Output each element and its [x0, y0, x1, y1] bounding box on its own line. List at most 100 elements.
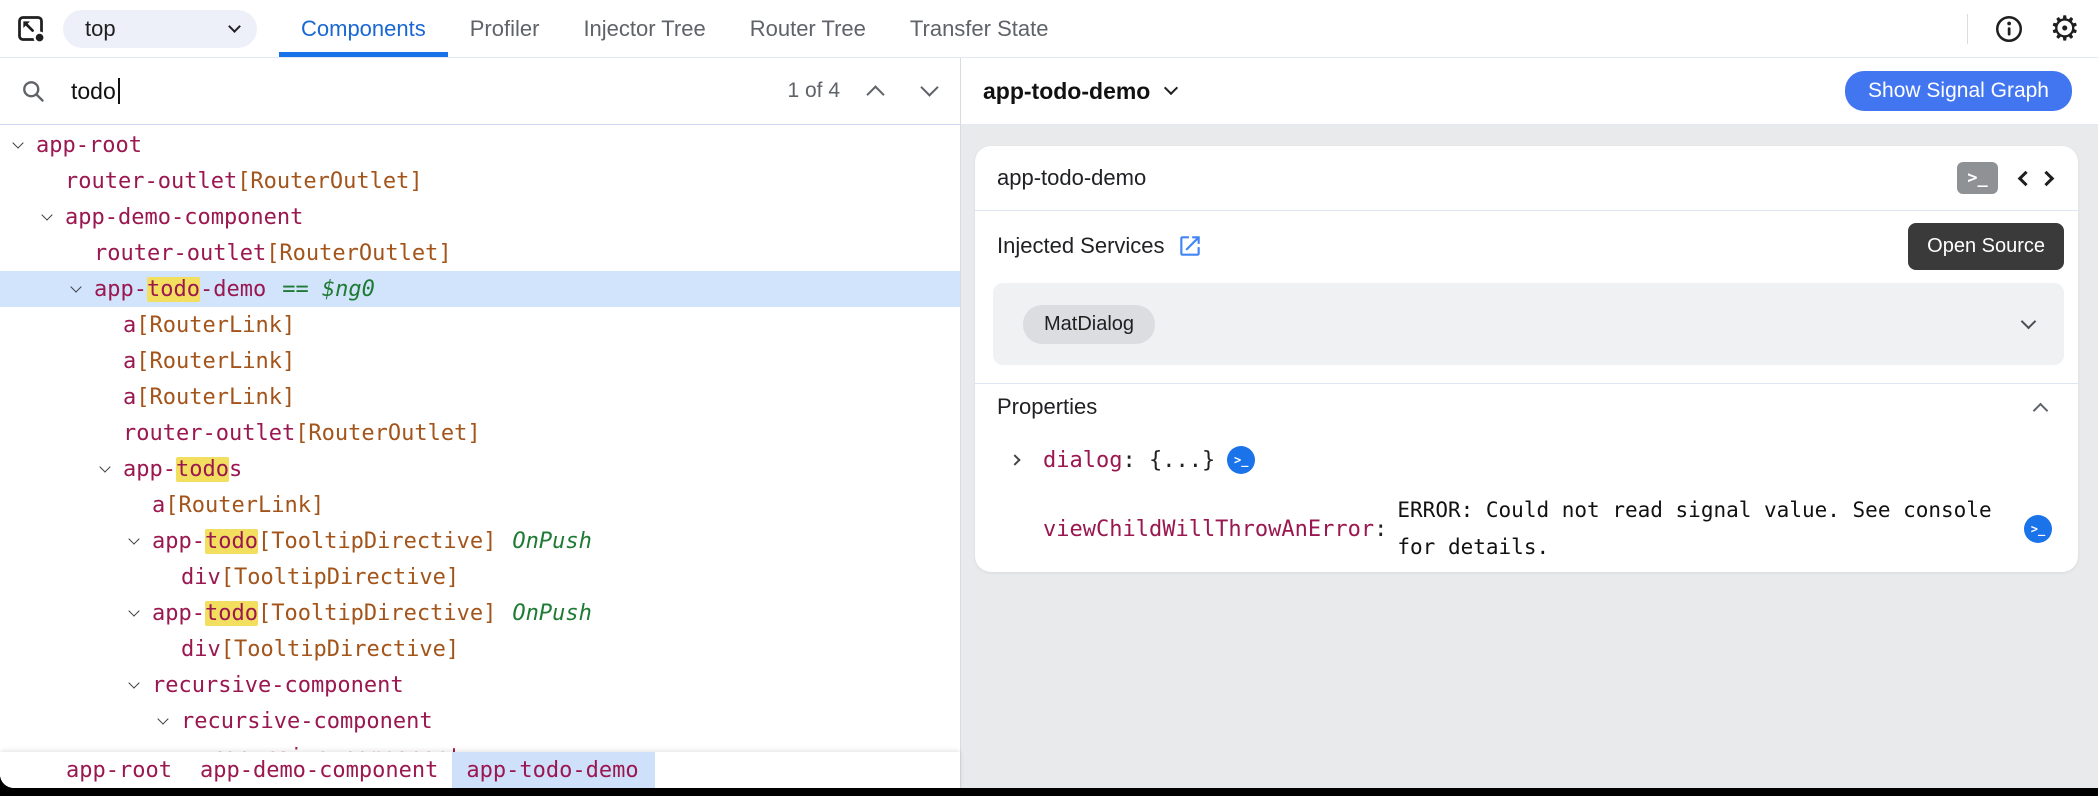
chevron-down-icon — [228, 19, 241, 33]
tab-transfer-state[interactable]: Transfer State — [888, 0, 1071, 57]
tree-row[interactable]: a [RouterLink] — [0, 343, 960, 379]
next-match-button[interactable] — [906, 68, 952, 114]
tree-row[interactable]: app-demo-component — [0, 199, 960, 235]
property-name: viewChildWillThrowAnError — [1043, 516, 1375, 542]
log-to-console-icon[interactable]: >_ — [1227, 446, 1256, 474]
angle-right-icon — [2038, 170, 2055, 186]
tree-row[interactable]: recursive-component — [0, 667, 960, 703]
open-source-button[interactable]: Open Source — [1908, 222, 2064, 270]
chevron-down-icon[interactable] — [2020, 313, 2037, 329]
expand-chevron-icon[interactable] — [128, 533, 152, 545]
tree-row[interactable]: a [RouterLink] — [0, 379, 960, 415]
top-toolbar: top Components Profiler Injector Tree Ro… — [0, 0, 2098, 58]
property-row-dialog: dialog: {...} >_ — [975, 440, 2078, 480]
angle-left-icon — [2017, 170, 2034, 186]
property-punctuation: : — [1122, 447, 1149, 473]
component-details-panel: app-todo-demo Show Signal Graph app-todo… — [961, 58, 2098, 788]
row-badge: OnPush — [512, 600, 592, 626]
property-name: dialog — [1043, 447, 1123, 473]
directive-name: [TooltipDirective] — [220, 636, 460, 662]
tree-row[interactable]: a [RouterLink] — [0, 307, 960, 343]
directive-name: [RouterLink] — [136, 384, 296, 410]
directive-name: [TooltipDirective] — [220, 564, 460, 590]
settings-gear-icon[interactable]: ⚙ — [2050, 12, 2080, 46]
tree-row[interactable]: router-outlet [RouterOutlet] — [0, 415, 960, 451]
search-result-count: 1 of 4 — [787, 79, 840, 102]
component-name: div — [181, 636, 221, 662]
expand-chevron-icon[interactable] — [128, 605, 152, 617]
angular-devtools-window: top Components Profiler Injector Tree Ro… — [0, 0, 2098, 788]
component-name: app-todos — [123, 456, 243, 482]
tree-row[interactable]: app-todo [TooltipDirective] OnPush — [0, 595, 960, 631]
component-name: router-outlet — [123, 420, 296, 446]
property-row-viewchild-error: viewChildWillThrowAnError: ERROR: Could … — [975, 492, 2078, 566]
component-name: app-todo — [152, 600, 258, 626]
tree-row[interactable]: app-todo [TooltipDirective] OnPush — [0, 523, 960, 559]
info-icon[interactable] — [1994, 14, 2024, 44]
component-name: app-root — [36, 132, 142, 158]
expand-chevron-icon[interactable] — [128, 677, 152, 689]
tree-row[interactable]: div [TooltipDirective] — [0, 559, 960, 595]
directive-name: [RouterOutlet] — [266, 240, 452, 266]
tree-row[interactable]: app-root — [0, 127, 960, 163]
tree-row[interactable]: a [RouterLink] — [0, 487, 960, 523]
tree-row[interactable]: router-outlet [RouterOutlet] — [0, 235, 960, 271]
tree-row[interactable]: div [TooltipDirective] — [0, 631, 960, 667]
expand-chevron-icon[interactable] — [12, 137, 36, 149]
tree-row[interactable]: recursive-component — [0, 739, 960, 752]
inspect-in-console-icon[interactable]: >_ — [1957, 162, 1998, 194]
component-name: recursive-component — [210, 745, 462, 753]
breadcrumb-item[interactable]: app-root — [52, 752, 186, 788]
property-error-message: ERROR: Could not read signal value. See … — [1397, 498, 1992, 559]
tab-router-tree[interactable]: Router Tree — [728, 0, 888, 57]
component-name: router-outlet — [94, 240, 267, 266]
expand-chevron-icon[interactable] — [41, 209, 65, 221]
directive-name: [RouterLink] — [165, 492, 325, 518]
view-source-icon[interactable] — [2017, 170, 2055, 186]
content-split: todo 1 of 4 app-root router-outlet [Router… — [0, 58, 2098, 788]
component-name: a — [152, 492, 166, 518]
component-name: router-outlet — [65, 168, 238, 194]
properties-section-header[interactable]: Properties — [975, 384, 2078, 430]
search-input-value: todo — [71, 77, 116, 104]
expand-chevron-icon[interactable] — [99, 461, 123, 473]
component-name: a — [123, 384, 137, 410]
chevron-down-icon — [919, 78, 939, 97]
selected-component-name: app-todo-demo — [983, 77, 1151, 104]
tree-row[interactable]: app-todo-demo == $ng0 — [0, 271, 960, 307]
breadcrumb-item[interactable]: app-todo-demo — [452, 752, 655, 788]
open-in-new-icon[interactable] — [1177, 233, 1203, 259]
toolbar-divider — [1966, 13, 1968, 44]
expand-property-button[interactable] — [1009, 454, 1043, 466]
inspect-element-icon[interactable] — [14, 12, 47, 45]
tree-row[interactable]: recursive-component — [0, 703, 960, 739]
directive-name: [RouterOutlet] — [295, 420, 481, 446]
tab-injector-tree[interactable]: Injector Tree — [561, 0, 727, 57]
directive-name: [TooltipDirective] — [257, 600, 497, 626]
tree-row[interactable]: app-todos — [0, 451, 960, 487]
tab-components[interactable]: Components — [279, 0, 448, 57]
service-chip-matdialog[interactable]: MatDialog — [1023, 304, 1156, 344]
log-to-console-icon[interactable]: >_ — [2024, 515, 2052, 543]
component-explorer-panel: todo 1 of 4 app-root router-outlet [Router… — [0, 58, 961, 788]
frame-selector-dropdown[interactable]: top — [63, 9, 257, 48]
tab-profiler[interactable]: Profiler — [448, 0, 562, 57]
card-header-icons: >_ — [1957, 162, 2055, 194]
property-punctuation: : — [1374, 516, 1388, 542]
component-name: div — [181, 564, 221, 590]
toolbar-right-group: ⚙ — [1966, 12, 2098, 46]
injected-services-box: MatDialog — [993, 283, 2064, 365]
show-signal-graph-button[interactable]: Show Signal Graph — [1845, 71, 2072, 111]
search-input[interactable]: todo — [71, 77, 787, 105]
expand-chevron-icon[interactable] — [157, 713, 181, 725]
expand-chevron-icon[interactable] — [70, 281, 94, 293]
component-name: app-todo — [152, 528, 258, 554]
selected-component-dropdown[interactable]: app-todo-demo — [983, 77, 1179, 105]
breadcrumb-item[interactable]: app-demo-component — [186, 752, 452, 788]
component-name: recursive-component — [181, 708, 433, 734]
injected-services-label: Injected Services — [997, 233, 1165, 258]
chevron-right-icon — [1009, 454, 1021, 466]
frame-selector-value: top — [85, 15, 116, 41]
previous-match-button[interactable] — [852, 68, 898, 114]
tree-row[interactable]: router-outlet [RouterOutlet] — [0, 163, 960, 199]
